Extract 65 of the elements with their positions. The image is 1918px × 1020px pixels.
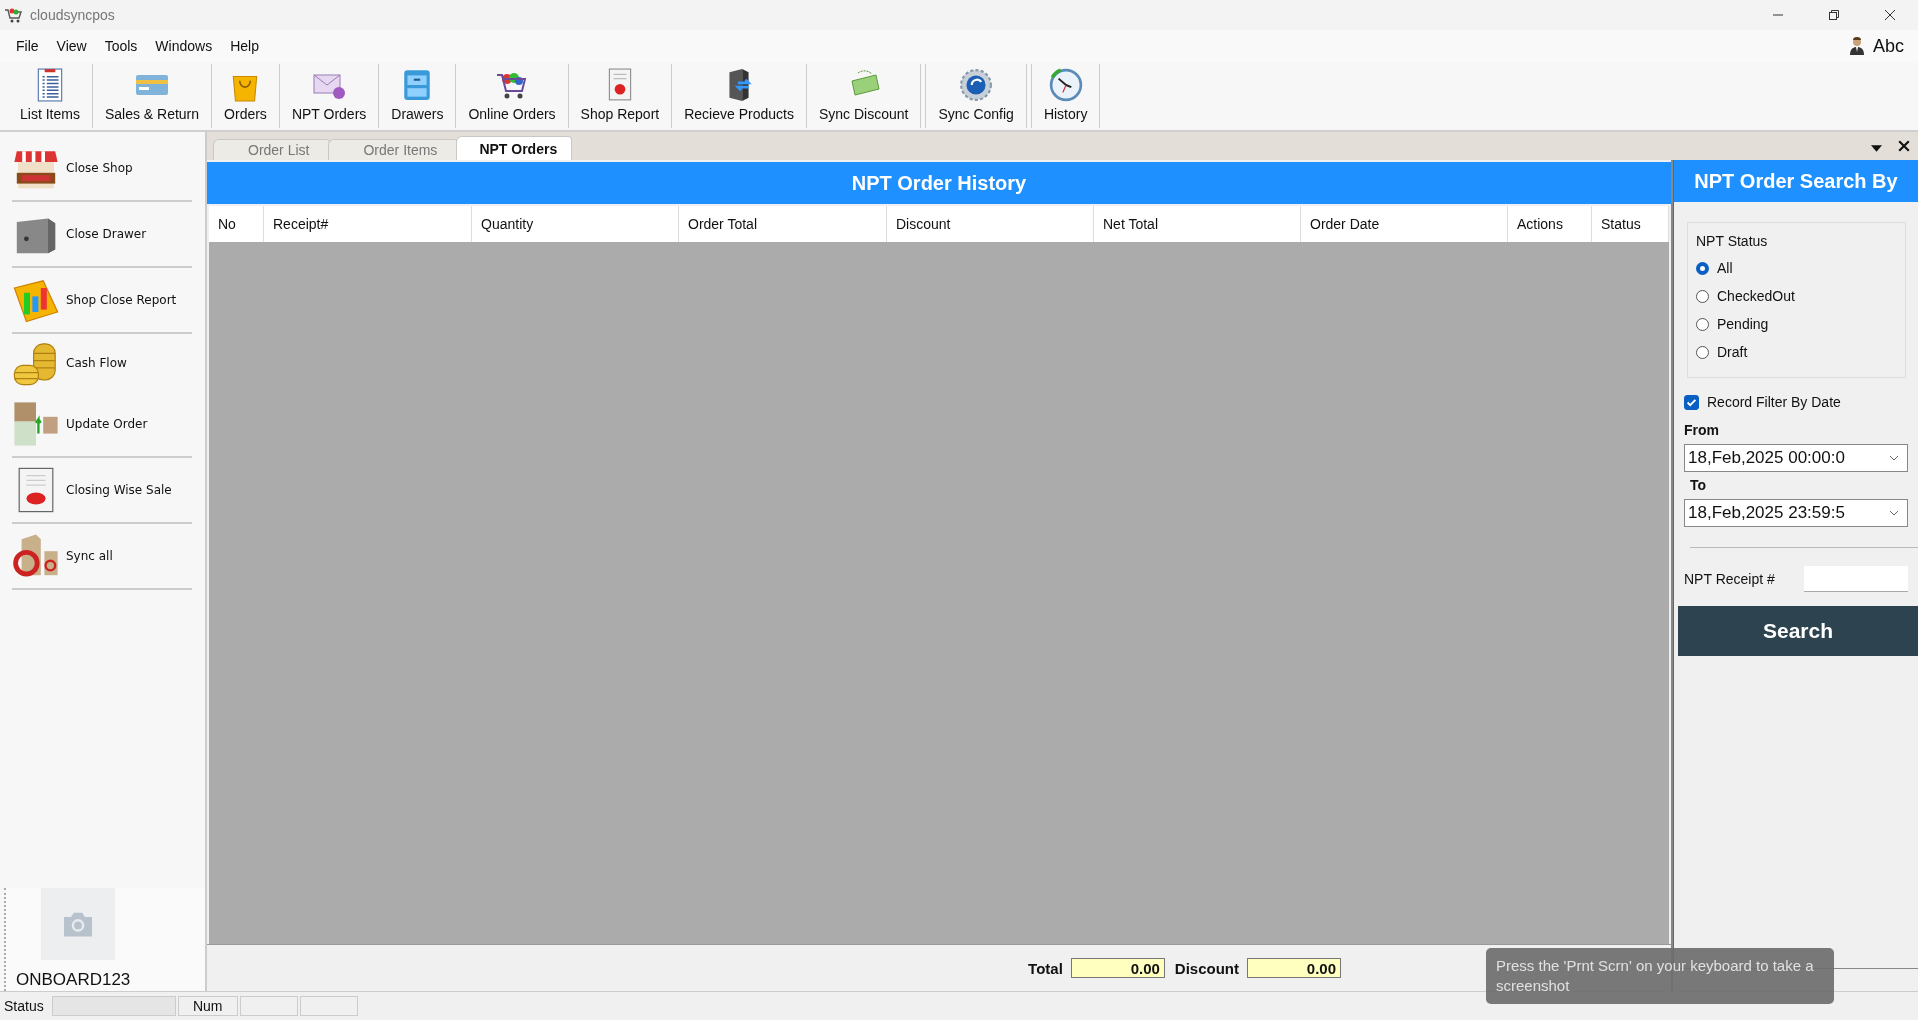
date-filter-checkbox[interactable]: Record Filter By Date	[1684, 394, 1908, 410]
sidebar-item[interactable]: Closing Wise Sale	[12, 458, 192, 524]
to-date-picker[interactable]: 18,Feb,2025 23:59:5	[1684, 499, 1908, 527]
dropdown-arrow-icon[interactable]	[1871, 145, 1882, 152]
total-label: Discount	[1174, 959, 1239, 977]
toolbar-button[interactable]: NPT Orders	[279, 64, 380, 128]
status-field	[299, 996, 358, 1016]
num-lock-indicator: Num	[177, 996, 238, 1016]
total-label: Total	[1028, 959, 1063, 977]
close-icon[interactable]	[1898, 140, 1910, 152]
sidebar-item[interactable]: Close Drawer	[12, 202, 192, 268]
tab[interactable]: Order List	[213, 139, 331, 160]
window-title: cloudsyncpos	[30, 7, 115, 23]
sidebar-item[interactable]: Close Shop	[12, 136, 192, 202]
search-button[interactable]: Search	[1678, 606, 1918, 656]
toolbar-button[interactable]: Recieve Products	[672, 64, 807, 128]
sidebar-item[interactable]: Shop Close Report	[12, 268, 192, 334]
receipt-label: NPT Receipt #	[1684, 571, 1775, 587]
total-value: 0.00	[1070, 958, 1165, 978]
toolbar-button[interactable]: Online Orders	[456, 64, 569, 128]
toast-notification: Press the 'Prnt Scrn' on your keyboard to take a screenshot	[1486, 948, 1834, 1004]
chevron-icon	[1889, 510, 1899, 516]
menu-item[interactable]: File	[7, 34, 48, 58]
sidebar-item[interactable]: Update Order	[12, 392, 192, 458]
radio-option[interactable]: All	[1696, 257, 1897, 279]
tab[interactable]: Order Items	[328, 139, 459, 160]
toolbar-button[interactable]: Drawers	[379, 64, 457, 128]
radio-option[interactable]: CheckedOut	[1696, 285, 1897, 307]
sidebar-item[interactable]: Cash Flow	[12, 334, 192, 392]
status-label: Status	[4, 998, 44, 1014]
user-icon	[1848, 37, 1865, 55]
toolbar-button[interactable]: Shop Report	[568, 64, 673, 128]
menu-item[interactable]: View	[47, 34, 96, 58]
toolbar-button[interactable]: Sync Discount	[806, 64, 922, 128]
receipt-field[interactable]	[1804, 566, 1908, 592]
grid-title: NPT Order History	[207, 162, 1671, 204]
status-field	[239, 996, 298, 1016]
panel-title: NPT Order Search By	[1674, 160, 1918, 202]
close-icon[interactable]	[1884, 9, 1896, 21]
clock-icon	[1048, 68, 1083, 102]
app-logo-icon	[4, 7, 22, 23]
total-value: 0.00	[1247, 958, 1341, 978]
chevron-icon	[1889, 455, 1899, 461]
toolbar-button[interactable]: Orders	[212, 64, 280, 128]
radio-option[interactable]: Draft	[1696, 341, 1897, 363]
toolbar-button[interactable]: Sync Config	[926, 64, 1027, 128]
menu-item[interactable]: Tools	[95, 34, 147, 58]
menu-item[interactable]: Windows	[146, 34, 222, 58]
gear-icon	[959, 68, 994, 102]
toolbar-button[interactable]: Sales & Return	[92, 64, 213, 128]
toolbar-button[interactable]: History	[1031, 64, 1101, 128]
to-label: To	[1690, 477, 1708, 493]
boxes-icon	[12, 400, 60, 448]
camera-icon	[61, 910, 95, 938]
tab[interactable]: NPT Orders	[456, 136, 573, 160]
user-name: Abc	[1872, 35, 1904, 57]
toolbar-button[interactable]: List Items	[8, 64, 93, 128]
radio-option[interactable]: Pending	[1696, 313, 1897, 335]
from-label: From	[1684, 422, 1720, 438]
group-label: NPT Status	[1696, 233, 1769, 249]
profile-name: ONBOARD123	[16, 970, 132, 990]
menu-item[interactable]: Help	[221, 34, 268, 58]
from-date-picker[interactable]: 18,Feb,2025 00:00:0	[1684, 444, 1908, 472]
sidebar-item[interactable]: Sync all	[12, 524, 192, 590]
restore-icon[interactable]	[1828, 9, 1840, 21]
